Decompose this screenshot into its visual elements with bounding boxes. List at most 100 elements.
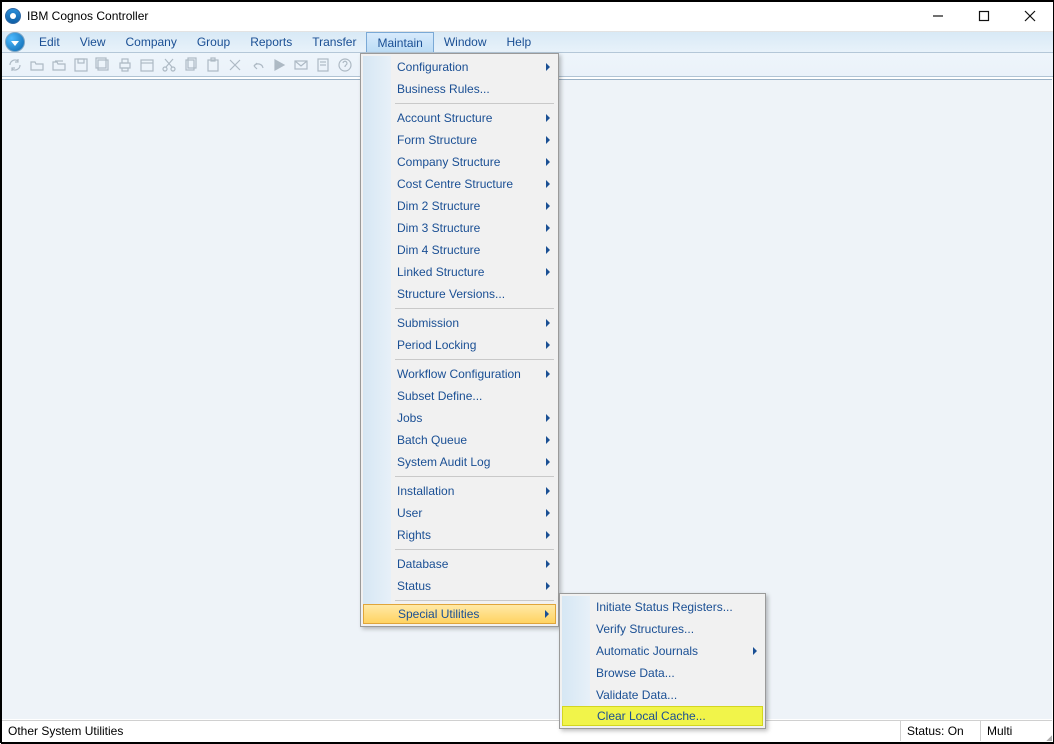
maintain-item-form-structure[interactable]: Form Structure [363, 129, 556, 151]
maintain-item-linked-structure[interactable]: Linked Structure [363, 261, 556, 283]
submenu-arrow-icon [546, 180, 550, 188]
maintain-item-status[interactable]: Status [363, 575, 556, 597]
delete-icon[interactable] [227, 57, 243, 73]
special-utilities-item-automatic-journals[interactable]: Automatic Journals [562, 640, 763, 662]
maintain-item-structure-versions[interactable]: Structure Versions... [363, 283, 556, 305]
refresh-icon[interactable] [7, 57, 23, 73]
menu-item-edit[interactable]: Edit [29, 32, 70, 52]
maintain-item-rights[interactable]: Rights [363, 524, 556, 546]
menu-item-label: System Audit Log [397, 455, 490, 469]
maintain-item-period-locking[interactable]: Period Locking [363, 334, 556, 356]
menu-item-label: Clear Local Cache... [597, 709, 706, 723]
print-icon[interactable] [117, 57, 133, 73]
maintain-item-installation[interactable]: Installation [363, 480, 556, 502]
special-utilities-item-clear-local-cache[interactable]: Clear Local Cache... [562, 706, 763, 726]
maintain-item-cost-centre-structure[interactable]: Cost Centre Structure [363, 173, 556, 195]
resize-grip-icon[interactable] [1036, 721, 1052, 741]
undo-icon[interactable] [249, 57, 265, 73]
window-title: IBM Cognos Controller [27, 9, 148, 23]
maintain-item-database[interactable]: Database [363, 553, 556, 575]
menu-separator [395, 549, 554, 550]
menu-item-label: Structure Versions... [397, 287, 505, 301]
close-button[interactable] [1007, 1, 1053, 31]
menu-item-label: Dim 2 Structure [397, 199, 480, 213]
open-icon[interactable] [29, 57, 45, 73]
submenu-arrow-icon [546, 114, 550, 122]
maintain-item-user[interactable]: User [363, 502, 556, 524]
maintain-item-business-rules[interactable]: Business Rules... [363, 78, 556, 100]
maintain-item-special-utilities[interactable]: Special Utilities [363, 604, 556, 624]
submenu-arrow-icon [546, 458, 550, 466]
menu-item-label: Workflow Configuration [397, 367, 521, 381]
submenu-arrow-icon [546, 582, 550, 590]
menu-item-label: Status [397, 579, 431, 593]
menu-item-group[interactable]: Group [187, 32, 240, 52]
special-utilities-item-validate-data[interactable]: Validate Data... [562, 684, 763, 706]
maintain-item-system-audit-log[interactable]: System Audit Log [363, 451, 556, 473]
run-icon[interactable] [271, 57, 287, 73]
minimize-button[interactable] [915, 1, 961, 31]
special-utilities-item-initiate-status-registers[interactable]: Initiate Status Registers... [562, 596, 763, 618]
submenu-arrow-icon [546, 158, 550, 166]
menu-item-label: Dim 4 Structure [397, 243, 480, 257]
maintain-item-dim-3-structure[interactable]: Dim 3 Structure [363, 217, 556, 239]
maintain-item-dim-4-structure[interactable]: Dim 4 Structure [363, 239, 556, 261]
menu-separator [395, 600, 554, 601]
menu-item-label: Installation [397, 484, 454, 498]
special-utilities-item-browse-data[interactable]: Browse Data... [562, 662, 763, 684]
menu-item-reports[interactable]: Reports [240, 32, 302, 52]
paste-icon[interactable] [205, 57, 221, 73]
menu-item-company[interactable]: Company [115, 32, 186, 52]
maximize-button[interactable] [961, 1, 1007, 31]
menu-item-label: Company Structure [397, 155, 500, 169]
maintain-item-company-structure[interactable]: Company Structure [363, 151, 556, 173]
app-icon [5, 8, 21, 24]
statusbar-mode: Multi [980, 721, 1036, 741]
menu-separator [395, 476, 554, 477]
special-utilities-item-verify-structures[interactable]: Verify Structures... [562, 618, 763, 640]
submenu-arrow-icon [546, 560, 550, 568]
calendar-icon[interactable] [139, 57, 155, 73]
help-icon[interactable] [337, 57, 353, 73]
maintain-item-workflow-configuration[interactable]: Workflow Configuration [363, 363, 556, 385]
open2-icon[interactable] [51, 57, 67, 73]
maintain-item-subset-define[interactable]: Subset Define... [363, 385, 556, 407]
note-icon[interactable] [315, 57, 331, 73]
saveall-icon[interactable] [95, 57, 111, 73]
maintain-item-dim-2-structure[interactable]: Dim 2 Structure [363, 195, 556, 217]
menu-item-label: Browse Data... [596, 666, 675, 680]
cut-icon[interactable] [161, 57, 177, 73]
submenu-arrow-icon [546, 136, 550, 144]
menu-item-help[interactable]: Help [497, 32, 542, 52]
menu-item-label: Special Utilities [398, 607, 479, 621]
save-icon[interactable] [73, 57, 89, 73]
window-buttons [915, 1, 1053, 31]
menu-item-maintain[interactable]: Maintain [366, 32, 433, 52]
maintain-item-batch-queue[interactable]: Batch Queue [363, 429, 556, 451]
submenu-arrow-icon [546, 414, 550, 422]
menu-item-label: Rights [397, 528, 431, 542]
menu-item-transfer[interactable]: Transfer [302, 32, 366, 52]
submenu-arrow-icon [545, 610, 549, 618]
app-menu-button[interactable] [1, 32, 29, 52]
menu-item-view[interactable]: View [70, 32, 116, 52]
menu-separator [395, 308, 554, 309]
maintain-item-submission[interactable]: Submission [363, 312, 556, 334]
submenu-arrow-icon [546, 487, 550, 495]
menu-item-label: Validate Data... [596, 688, 677, 702]
menu-item-label: Linked Structure [397, 265, 484, 279]
menu-item-label: Period Locking [397, 338, 476, 352]
maintain-dropdown: ConfigurationBusiness Rules... Account St… [360, 53, 559, 627]
maintain-item-jobs[interactable]: Jobs [363, 407, 556, 429]
menu-item-label: Jobs [397, 411, 422, 425]
maintain-item-configuration[interactable]: Configuration [363, 56, 556, 78]
statusbar: Other System Utilities Status: On Multi [2, 720, 1052, 741]
maintain-item-account-structure[interactable]: Account Structure [363, 107, 556, 129]
copy-icon[interactable] [183, 57, 199, 73]
submenu-arrow-icon [546, 531, 550, 539]
menu-item-label: Verify Structures... [596, 622, 694, 636]
mail-icon[interactable] [293, 57, 309, 73]
menu-item-label: Account Structure [397, 111, 492, 125]
submenu-arrow-icon [546, 319, 550, 327]
menu-item-window[interactable]: Window [434, 32, 497, 52]
